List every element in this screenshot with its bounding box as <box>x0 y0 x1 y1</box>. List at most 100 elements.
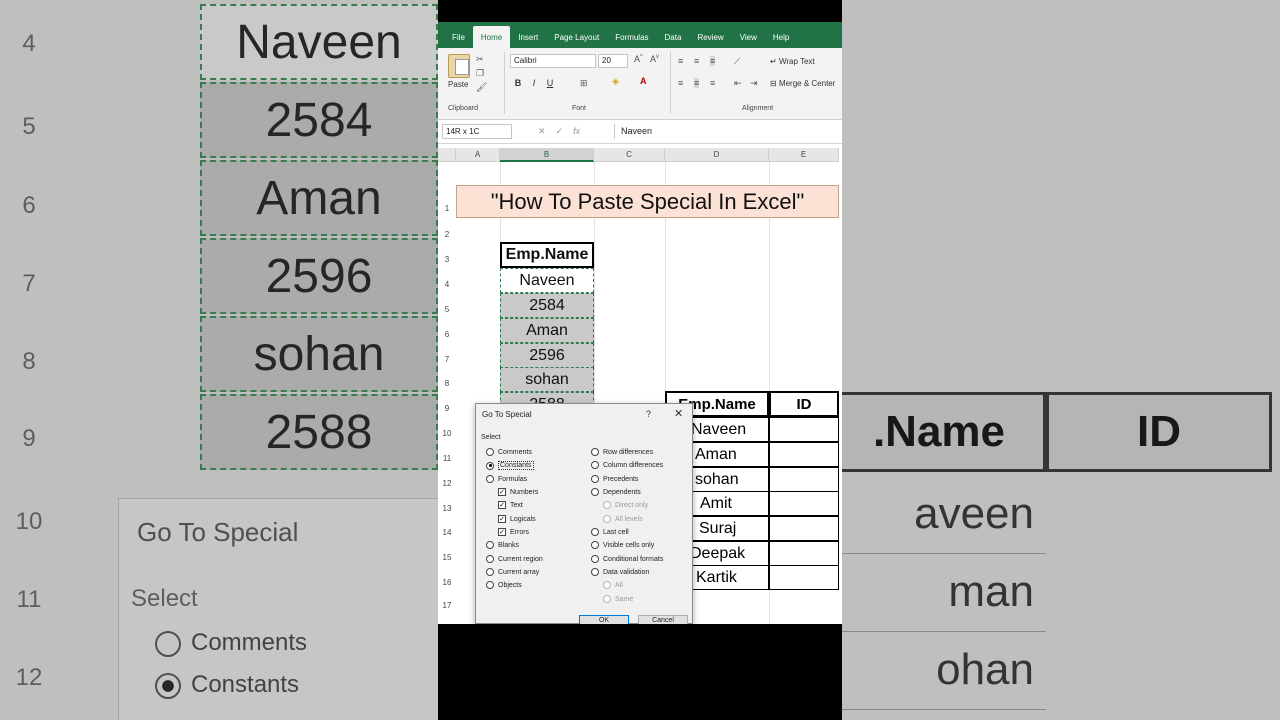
row-header[interactable]: 15 <box>438 553 456 562</box>
selected-cell[interactable]: 2596 <box>500 343 594 368</box>
constants-option[interactable]: Constants <box>486 461 534 470</box>
borders-icon[interactable]: ⊞ <box>580 78 588 89</box>
selected-cell[interactable]: 2584 <box>500 293 594 318</box>
cancel-button[interactable]: Cancel <box>638 615 688 624</box>
font-size-dropdown[interactable]: 20 <box>598 54 628 68</box>
cut-icon[interactable]: ✂ <box>476 54 484 65</box>
select-all-corner[interactable] <box>438 148 456 162</box>
enter-icon[interactable]: ✓ <box>556 126 564 136</box>
merge-center-button[interactable]: ⊟ Merge & Center <box>770 79 835 88</box>
row-header[interactable]: 1 <box>438 204 456 213</box>
current-region-option[interactable]: Current region <box>486 555 543 563</box>
table-id-cell[interactable] <box>769 417 839 442</box>
same-option[interactable]: Same <box>603 595 633 603</box>
close-icon[interactable]: ✕ <box>674 407 683 420</box>
row-differences-option[interactable]: Row differences <box>591 448 653 456</box>
row-header[interactable]: 12 <box>438 479 456 488</box>
text-checkbox[interactable]: ✓ Text <box>498 501 523 509</box>
selected-cell[interactable]: Aman <box>500 318 594 343</box>
visible-cells-only-option[interactable]: Visible cells only <box>591 541 654 549</box>
italic-button[interactable]: I <box>528 78 540 88</box>
column-header[interactable]: E <box>769 148 839 162</box>
decrease-indent-icon[interactable]: ⇤ <box>734 78 742 89</box>
table-id-cell[interactable] <box>769 491 839 516</box>
row-header[interactable]: 2 <box>438 230 456 239</box>
orientation-icon[interactable]: ⟋ <box>734 56 740 67</box>
menu-insert[interactable]: Insert <box>510 22 546 48</box>
ok-button[interactable]: OK <box>579 615 629 624</box>
blanks-option[interactable]: Blanks <box>486 541 519 549</box>
comments-option[interactable]: Comments <box>486 448 532 456</box>
row-header[interactable]: 14 <box>438 528 456 537</box>
current-array-option[interactable]: Current array <box>486 568 539 576</box>
column-header[interactable]: A <box>456 148 500 162</box>
top-align-icon[interactable]: ≡ <box>678 56 683 66</box>
help-icon[interactable]: ? <box>646 409 651 419</box>
wrap-text-button[interactable]: ↵ Wrap Text <box>770 57 815 66</box>
formula-input[interactable]: Naveen <box>614 124 842 139</box>
row-header[interactable]: 6 <box>438 330 456 339</box>
last-cell-option[interactable]: Last cell <box>591 528 629 536</box>
font-name-dropdown[interactable]: Calibri <box>510 54 596 68</box>
name-box[interactable]: 14R x 1C <box>442 124 512 139</box>
row-header[interactable]: 16 <box>438 578 456 587</box>
menu-formulas[interactable]: Formulas <box>607 22 656 48</box>
fx-icon[interactable]: fx <box>573 126 580 136</box>
direct-only-option[interactable]: Direct only <box>603 501 648 509</box>
paste-button-label[interactable]: Paste <box>448 80 468 89</box>
row-header[interactable]: 10 <box>438 429 456 438</box>
align-center-icon[interactable]: ≡ <box>694 78 700 88</box>
selected-cell[interactable]: Naveen <box>500 268 594 293</box>
bottom-align-icon[interactable]: ≡ <box>710 56 716 66</box>
column-header[interactable]: B <box>500 148 594 162</box>
objects-option[interactable]: Objects <box>486 581 522 589</box>
align-right-icon[interactable]: ≡ <box>710 78 715 88</box>
table-id-cell[interactable] <box>769 565 839 590</box>
dependents-option[interactable]: Dependents <box>591 488 641 496</box>
font-color-icon[interactable]: A <box>640 76 647 86</box>
table-id-cell[interactable] <box>769 467 839 492</box>
fill-color-icon[interactable]: ◈ <box>612 76 619 87</box>
row-header[interactable]: 3 <box>438 255 456 264</box>
row-header[interactable]: 11 <box>438 454 456 463</box>
emp-name-header-cell[interactable]: Emp.Name <box>500 242 594 268</box>
paste-icon[interactable] <box>448 54 470 78</box>
selected-cell[interactable]: sohan <box>500 367 594 392</box>
menu-page-layout[interactable]: Page Layout <box>546 22 607 48</box>
column-differences-option[interactable]: Column differences <box>591 461 663 469</box>
grow-font-icon[interactable]: A^ <box>634 54 643 64</box>
menu-file[interactable]: File <box>444 22 473 48</box>
row-header[interactable]: 5 <box>438 305 456 314</box>
table-id-cell[interactable] <box>769 541 839 566</box>
format-painter-icon[interactable]: 🖌 <box>476 82 487 93</box>
table-header-id[interactable]: ID <box>769 391 839 417</box>
logicals-checkbox[interactable]: ✓ Logicals <box>498 515 536 523</box>
formulas-option[interactable]: Formulas <box>486 475 527 483</box>
underline-button[interactable]: U <box>544 78 556 88</box>
column-header[interactable]: D <box>665 148 769 162</box>
menu-view[interactable]: View <box>732 22 765 48</box>
row-header[interactable]: 8 <box>438 379 456 388</box>
title-cell[interactable]: "How To Paste Special In Excel" <box>456 185 839 218</box>
increase-indent-icon[interactable]: ⇥ <box>750 78 758 89</box>
table-id-cell[interactable] <box>769 442 839 467</box>
errors-checkbox[interactable]: ✓ Errors <box>498 528 529 536</box>
precedents-option[interactable]: Precedents <box>591 475 638 483</box>
middle-align-icon[interactable]: ≡ <box>694 56 699 66</box>
row-header[interactable]: 13 <box>438 504 456 513</box>
row-header[interactable]: 7 <box>438 355 456 364</box>
menu-home[interactable]: Home <box>472 26 511 48</box>
column-header[interactable]: C <box>594 148 665 162</box>
menu-review[interactable]: Review <box>689 22 731 48</box>
table-id-cell[interactable] <box>769 516 839 541</box>
all-levels-option[interactable]: All levels <box>603 515 643 523</box>
shrink-font-icon[interactable]: Av <box>650 54 659 64</box>
conditional-formats-option[interactable]: Conditional formats <box>591 555 663 563</box>
menu-help[interactable]: Help <box>765 22 797 48</box>
all-option[interactable]: All <box>603 581 623 589</box>
data-validation-option[interactable]: Data validation <box>591 568 649 576</box>
bold-button[interactable]: B <box>512 78 524 88</box>
row-header[interactable]: 17 <box>438 601 456 610</box>
row-header[interactable]: 4 <box>438 280 456 289</box>
cancel-icon[interactable]: ✕ <box>538 126 546 136</box>
